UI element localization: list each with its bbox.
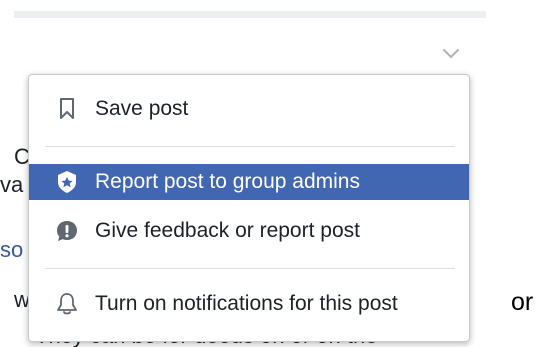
give-feedback-menu-item[interactable]: Give feedback or report post: [29, 213, 469, 249]
menu-item-label: Turn on notifications for this post: [95, 292, 398, 315]
background-text-fragment: va: [0, 172, 24, 197]
menu-divider: [45, 268, 455, 269]
save-post-menu-item[interactable]: Save post: [29, 91, 469, 127]
post-options-menu: Save post Report post to group admins Gi…: [28, 74, 470, 342]
shield-star-icon: [55, 170, 79, 194]
report-post-to-admins-menu-item[interactable]: Report post to group admins: [29, 164, 469, 200]
turn-on-notifications-menu-item[interactable]: Turn on notifications for this post: [29, 286, 469, 322]
background-link-fragment[interactable]: so: [0, 237, 23, 263]
menu-item-label: Give feedback or report post: [95, 219, 360, 242]
trailing-text: or: [511, 288, 534, 316]
chevron-down-icon[interactable]: [442, 48, 460, 60]
menu-item-label: Report post to group admins: [95, 170, 360, 193]
menu-divider: [45, 146, 455, 147]
page: C va so w They can be for deeds on or on…: [0, 0, 550, 347]
bookmark-icon: [55, 97, 79, 121]
top-bar: [14, 11, 486, 18]
bell-icon: [55, 292, 79, 316]
exclamation-bubble-icon: [55, 219, 79, 243]
menu-item-label: Save post: [95, 97, 189, 120]
